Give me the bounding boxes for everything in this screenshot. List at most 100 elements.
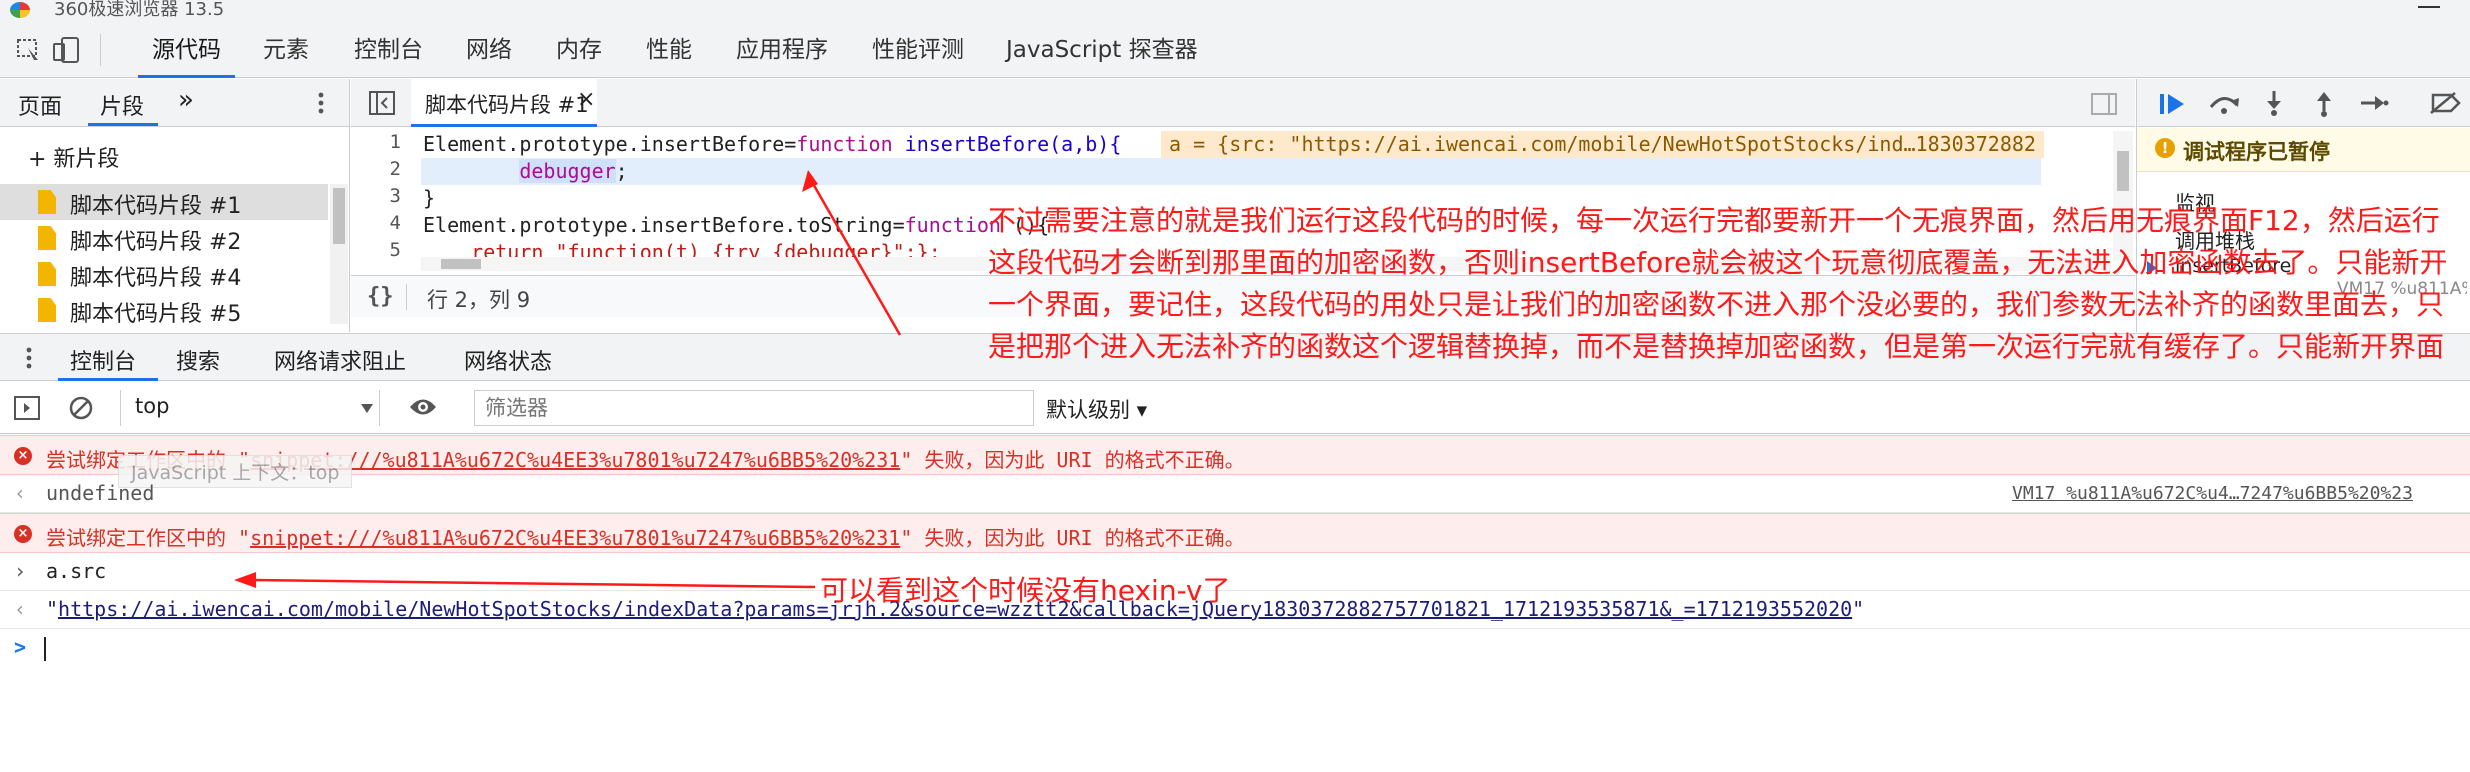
scrollbar-thumb[interactable] bbox=[333, 188, 345, 244]
step-out-icon[interactable] bbox=[2313, 89, 2335, 117]
navigator-menu-icon[interactable] bbox=[318, 91, 324, 115]
drawer-tab-console[interactable]: 控制台 bbox=[70, 344, 136, 376]
navigator-tabbar: 页面 片段 » bbox=[0, 79, 349, 127]
snippet-item[interactable]: 脚本代码片段 #1 bbox=[0, 184, 328, 220]
drawer-tab-underline bbox=[58, 378, 158, 381]
step-over-icon[interactable] bbox=[2207, 91, 2241, 115]
console-prompt-row[interactable]: > bbox=[0, 629, 2470, 669]
tab-network[interactable]: 网络 bbox=[466, 22, 512, 78]
input-command: a.src bbox=[46, 559, 107, 583]
snippet-item[interactable]: 脚本代码片段 #4 bbox=[0, 256, 328, 292]
tab-lighthouse[interactable]: 性能评测 bbox=[872, 22, 964, 78]
snippet-file-icon bbox=[38, 298, 56, 322]
snippet-uri-link[interactable]: snippet:///%u811A%u672C%u4EE3%u7801%u724… bbox=[250, 526, 900, 550]
clear-console-icon[interactable] bbox=[68, 395, 94, 421]
error-icon: × bbox=[14, 447, 32, 465]
tab-elements[interactable]: 元素 bbox=[263, 22, 309, 78]
context-selector[interactable]: top bbox=[120, 390, 380, 426]
tab-console[interactable]: 控制台 bbox=[354, 22, 423, 78]
nav-tab-page[interactable]: 页面 bbox=[18, 89, 62, 121]
file-tab-label: 脚本代码片段 #1 bbox=[425, 93, 589, 117]
snippet-item[interactable]: 脚本代码片段 #2 bbox=[0, 220, 328, 256]
nav-tab-snippets[interactable]: 片段 bbox=[100, 89, 144, 121]
resume-icon[interactable] bbox=[2159, 93, 2187, 115]
drawer-tab-network-conditions[interactable]: 网络状态 bbox=[464, 344, 552, 376]
snippet-file-icon bbox=[38, 262, 56, 286]
prompt-chevron-icon: > bbox=[14, 635, 27, 659]
tab-performance[interactable]: 性能 bbox=[646, 22, 692, 78]
step-into-icon[interactable] bbox=[2263, 89, 2285, 117]
sources-navigator: 页面 片段 » + 新片段 脚本代码片段 #1 脚本代码片段 #2 脚本代码片段… bbox=[0, 79, 350, 332]
pretty-print-icon[interactable]: {} bbox=[367, 284, 394, 309]
annotation-second-note: 可以看到这个时候没有hexin-v了 bbox=[820, 574, 1231, 607]
console-error-row: × 尝试绑定工作区中的 "snippet:///%u811A%u672C%u4E… bbox=[0, 513, 2470, 553]
new-snippet-button[interactable]: + 新片段 bbox=[28, 141, 119, 173]
console-input-row: › a.src bbox=[0, 553, 2470, 591]
inline-value-preview: a = {src: "https://ai.iwencai.com/mobile… bbox=[1161, 131, 2044, 158]
nav-tab-snippets-underline bbox=[88, 123, 158, 126]
error-icon: × bbox=[14, 525, 32, 543]
devtools-main-toolbar: 源代码 元素 控制台 网络 内存 性能 应用程序 性能评测 JavaScript… bbox=[0, 22, 2470, 78]
console-messages: × 尝试绑定工作区中的 "snippet:///%u811A%u672C%u4E… bbox=[0, 435, 2470, 772]
drawer-menu-icon[interactable] bbox=[26, 346, 32, 370]
snippet-item[interactable]: 脚本代码片段 #5 bbox=[0, 292, 328, 328]
snippet-file-icon bbox=[38, 226, 56, 250]
current-line-highlight bbox=[421, 158, 2041, 185]
console-result-row: ‹ "https://ai.iwencai.com/mobile/NewHotS… bbox=[0, 591, 2470, 629]
step-icon[interactable] bbox=[2359, 93, 2389, 113]
code-line-3: } bbox=[423, 186, 436, 210]
source-link[interactable]: VM17 %u811A%u672C%u4…7247%u6BB5%20%23 bbox=[2012, 483, 2413, 504]
tab-application[interactable]: 应用程序 bbox=[736, 22, 828, 78]
result-arrow-icon: ‹ bbox=[14, 481, 27, 505]
snippet-label: 脚本代码片段 #2 bbox=[70, 230, 242, 255]
sidebar-toggle-icon[interactable] bbox=[14, 396, 40, 420]
scrollbar-thumb[interactable] bbox=[2117, 151, 2129, 191]
inspect-element-icon[interactable] bbox=[16, 38, 42, 62]
code-line-4: Element.prototype.insertBefore.toString=… bbox=[423, 213, 1050, 237]
tab-js-profiler[interactable]: JavaScript 探查器 bbox=[1006, 22, 1198, 78]
code-line-2: debugger; bbox=[519, 159, 628, 183]
console-result-row: ‹ undefined VM17 %u811A%u672C%u4…7247%u6… bbox=[0, 475, 2470, 513]
navigator-scrollbar[interactable] bbox=[330, 184, 348, 324]
scrollbar-thumb[interactable] bbox=[441, 259, 481, 269]
tab-memory[interactable]: 内存 bbox=[556, 22, 602, 78]
filter-input[interactable] bbox=[474, 390, 1034, 426]
cursor-position: 行 2，列 9 bbox=[427, 288, 531, 312]
snippet-label: 脚本代码片段 #5 bbox=[70, 302, 242, 327]
device-toggle-icon[interactable] bbox=[52, 36, 82, 64]
window-title: 360极速浏览器 13.5 bbox=[54, 0, 225, 20]
editor-tabbar: 脚本代码片段 #1 × bbox=[351, 79, 2135, 127]
file-tab[interactable]: 脚本代码片段 #1 × bbox=[411, 79, 597, 127]
tab-sources[interactable]: 源代码 bbox=[138, 22, 235, 78]
live-expression-eye-icon[interactable] bbox=[408, 396, 438, 418]
warning-icon: ! bbox=[2155, 138, 2175, 158]
console-error-row: × 尝试绑定工作区中的 "snippet:///%u811A%u672C%u4E… bbox=[0, 435, 2470, 475]
close-tab-icon[interactable]: × bbox=[577, 87, 595, 112]
log-levels-dropdown[interactable]: 默认级别 ▾ bbox=[1046, 394, 1147, 424]
input-chevron-icon: › bbox=[14, 559, 27, 583]
line-number[interactable]: 2 bbox=[361, 158, 401, 180]
error-message: 尝试绑定工作区中的 "snippet:///%u811A%u672C%u4EE3… bbox=[46, 526, 1245, 550]
line-number[interactable]: 4 bbox=[361, 212, 401, 234]
snippet-label: 脚本代码片段 #4 bbox=[70, 266, 242, 291]
context-selector-value: top bbox=[135, 394, 170, 418]
toggle-debugger-icon[interactable] bbox=[2091, 93, 2117, 115]
paused-banner: ! 调试程序已暂停 bbox=[2137, 128, 2470, 172]
deactivate-breakpoints-icon[interactable] bbox=[2429, 91, 2463, 115]
drawer-tab-search[interactable]: 搜索 bbox=[176, 344, 220, 376]
browser-logo bbox=[10, 2, 30, 18]
result-value: undefined bbox=[46, 481, 155, 505]
more-tabs-icon[interactable]: » bbox=[178, 85, 194, 115]
debugger-toolbar bbox=[2137, 79, 2470, 127]
toggle-navigator-icon[interactable] bbox=[369, 91, 395, 115]
snippet-file-icon bbox=[38, 190, 56, 214]
paused-label: 调试程序已暂停 bbox=[2183, 140, 2330, 164]
chevron-down-icon bbox=[361, 404, 373, 413]
line-number[interactable]: 1 bbox=[361, 131, 401, 153]
text-cursor bbox=[44, 637, 46, 661]
drawer-tab-request-blocking[interactable]: 网络请求阻止 bbox=[274, 344, 406, 376]
console-toolbar: top 默认级别 ▾ bbox=[0, 382, 2470, 434]
line-number[interactable]: 5 bbox=[361, 239, 401, 261]
minimize-icon[interactable] bbox=[2418, 6, 2440, 8]
line-number[interactable]: 3 bbox=[361, 185, 401, 207]
